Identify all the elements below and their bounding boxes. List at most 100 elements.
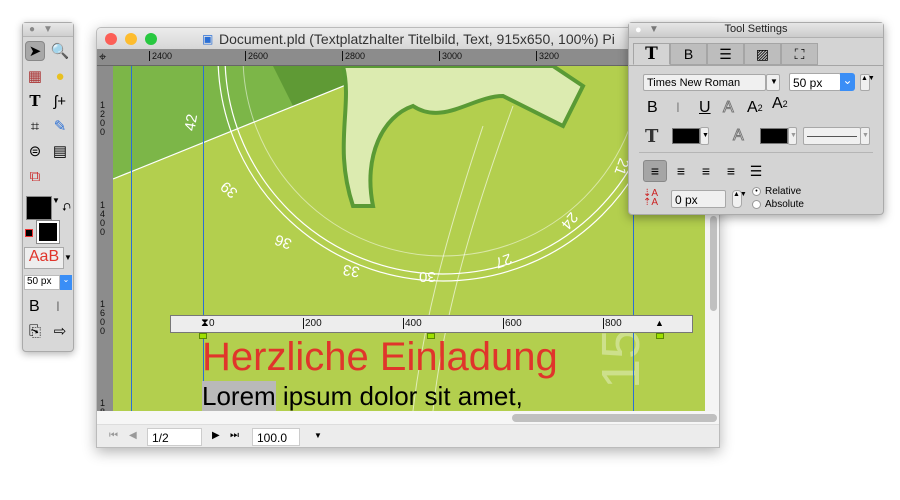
font-size-stepper[interactable]: ▲▼ xyxy=(860,74,875,91)
horizontal-scroll-thumb[interactable] xyxy=(512,414,717,422)
eyedropper-icon[interactable]: ✎ xyxy=(50,116,70,136)
selected-text[interactable]: Lorem xyxy=(202,381,276,411)
select-arrow-icon[interactable]: ➤ xyxy=(25,41,45,61)
line-spacing-icon: ⇣A ⇡A xyxy=(643,188,659,208)
link-frames-icon[interactable]: ⧉ xyxy=(25,166,45,186)
next-page-icon[interactable]: ▶ xyxy=(212,430,220,441)
tab-character[interactable]: T xyxy=(633,43,670,65)
close-icon[interactable]: ● xyxy=(29,24,35,35)
line-style-select[interactable] xyxy=(803,127,861,145)
default-colors-icon[interactable] xyxy=(25,229,33,237)
align-center-button[interactable]: ≡ xyxy=(671,160,691,182)
font-family-select[interactable]: Times New Roman xyxy=(643,74,766,91)
frame-handle[interactable] xyxy=(656,333,664,339)
tab-image[interactable]: ▨ xyxy=(744,43,781,65)
spacing-field[interactable]: 0 px xyxy=(671,190,726,208)
font-size-dropdown-icon[interactable]: ⌄ xyxy=(840,73,855,91)
ruler-origin-icon[interactable]: ⌖ xyxy=(99,49,106,65)
guide-line[interactable] xyxy=(131,66,132,411)
line-style-dropdown-icon[interactable]: ▼ xyxy=(860,127,870,145)
image-tool-icon[interactable]: ▦ xyxy=(25,66,45,86)
color-fill-icon[interactable]: ● xyxy=(50,66,70,86)
vertical-scroll-thumb[interactable] xyxy=(710,216,717,311)
zoom-window-button[interactable] xyxy=(145,33,157,45)
text-color-dropdown-icon[interactable]: ▼ xyxy=(700,127,709,145)
align-right-button[interactable]: ≡ xyxy=(696,160,716,182)
swap-colors-icon[interactable]: ⮏ xyxy=(62,199,71,218)
absolute-label[interactable]: Absolute xyxy=(765,199,804,210)
caption-icon[interactable]: ▤ xyxy=(50,141,70,161)
text-style-dropdown-icon[interactable]: ▼ xyxy=(64,247,73,269)
italic-button[interactable]: I xyxy=(56,298,60,314)
import-text-icon[interactable]: ⎘ xyxy=(25,321,45,341)
close-window-button[interactable] xyxy=(105,33,117,45)
crop-icon[interactable]: ⌗ xyxy=(25,116,45,136)
panel-header[interactable]: ● ▼ Tool Settings xyxy=(629,23,883,38)
outline-button[interactable]: A xyxy=(723,99,735,117)
stroke-color-swatch[interactable] xyxy=(36,220,60,244)
toolbox-header[interactable]: ● ▼ xyxy=(23,23,73,37)
ruler-label: 3000 xyxy=(439,51,462,61)
text-tool-icon[interactable]: T xyxy=(25,91,45,111)
font-size-dropdown-icon[interactable]: ⌄ xyxy=(60,275,72,290)
export-text-icon[interactable]: ⇨ xyxy=(50,321,70,341)
relative-label[interactable]: Relative xyxy=(765,186,801,197)
collapse-icon[interactable]: ▼ xyxy=(649,24,659,35)
left-indent-marker-icon[interactable]: ⧗ xyxy=(201,317,209,330)
tab-frame[interactable]: ⛶ xyxy=(781,43,818,65)
outline-color-dropdown-icon[interactable]: ▼ xyxy=(788,127,797,145)
page-canvas[interactable]: 42 39 36 33 30 27 24 21 15 ⧗ 0 200 400 6… xyxy=(113,66,705,411)
bold-button[interactable]: B xyxy=(29,298,40,316)
body-text-rest[interactable]: ipsum dolor sit amet, xyxy=(276,381,523,411)
force-justify-button[interactable]: ☰ xyxy=(746,160,766,182)
collapse-icon[interactable]: ▼ xyxy=(43,24,53,35)
justify-button[interactable]: ≡ xyxy=(721,160,741,182)
previous-page-icon[interactable]: ◀ xyxy=(129,430,137,441)
fill-color-dropdown-icon[interactable]: ▼ xyxy=(52,196,60,220)
absolute-radio[interactable] xyxy=(752,200,761,209)
ruler-label: 2600 xyxy=(245,51,268,61)
ruler-label: 800 xyxy=(603,318,622,329)
tab-bold[interactable]: B xyxy=(670,43,707,65)
spacing-stepper[interactable]: ▲▼ xyxy=(732,190,747,208)
font-size-field[interactable]: 50 px xyxy=(24,275,60,290)
ruler-label: 2400 xyxy=(149,51,172,61)
text-style-preview[interactable]: AaB xyxy=(24,247,64,269)
superscript-button[interactable]: A2 xyxy=(772,95,788,113)
body-text[interactable]: Lorem ipsum dolor sit amet, xyxy=(202,381,523,411)
align-left-button[interactable]: ≡ xyxy=(643,160,667,182)
ruler-label: 200 xyxy=(303,318,322,329)
horizontal-ruler[interactable]: ⌖ 2400 2600 2800 3000 3200 xyxy=(97,49,719,66)
dial-number: 30 xyxy=(419,268,436,285)
dial-number: 33 xyxy=(341,260,362,281)
zoom-icon[interactable]: 🔍 xyxy=(50,41,70,61)
text-wrap-icon[interactable]: ⊜ xyxy=(25,141,45,161)
minimize-window-button[interactable] xyxy=(125,33,137,45)
close-icon[interactable]: ● xyxy=(635,24,642,36)
ruler-label: 600 xyxy=(503,318,522,329)
font-family-dropdown-icon[interactable]: ▼ xyxy=(766,74,780,91)
bold-button[interactable]: B xyxy=(647,99,658,117)
vertical-ruler[interactable]: 1200 1400 1600 18 xyxy=(97,66,113,417)
zoom-dropdown-icon[interactable]: ▼ xyxy=(314,431,322,440)
subscript-button[interactable]: A2 xyxy=(747,99,763,117)
italic-button[interactable]: I xyxy=(676,99,680,115)
last-page-icon[interactable]: ⏭ xyxy=(230,430,239,441)
outline-color-swatch[interactable] xyxy=(760,128,788,144)
headline-text[interactable]: Herzliche Einladung xyxy=(202,334,558,380)
tab-paragraph[interactable]: ☰ xyxy=(707,43,744,65)
horizontal-scrollbar[interactable] xyxy=(97,411,719,424)
document-window: ▣ Document.pld (Textplatzhalter Titelbil… xyxy=(96,27,720,448)
zoom-field[interactable]: 100.0 % xyxy=(252,428,300,447)
underline-button[interactable]: U xyxy=(699,99,711,117)
font-size-field[interactable]: 50 px xyxy=(789,73,841,91)
paragraph-icon: ☰ xyxy=(719,45,732,62)
page-field[interactable]: 1/2 xyxy=(147,428,202,446)
path-text-icon[interactable]: ʃ+ xyxy=(50,91,70,111)
relative-radio[interactable]: • xyxy=(752,187,761,196)
right-indent-marker-icon[interactable]: ▲ xyxy=(655,318,664,328)
text-frame-ruler[interactable]: ⧗ 0 200 400 600 800 ▲ xyxy=(170,315,693,333)
fill-color-swatch[interactable] xyxy=(26,196,52,220)
first-page-icon[interactable]: ⏮ xyxy=(109,430,118,441)
text-color-swatch[interactable] xyxy=(672,128,700,144)
